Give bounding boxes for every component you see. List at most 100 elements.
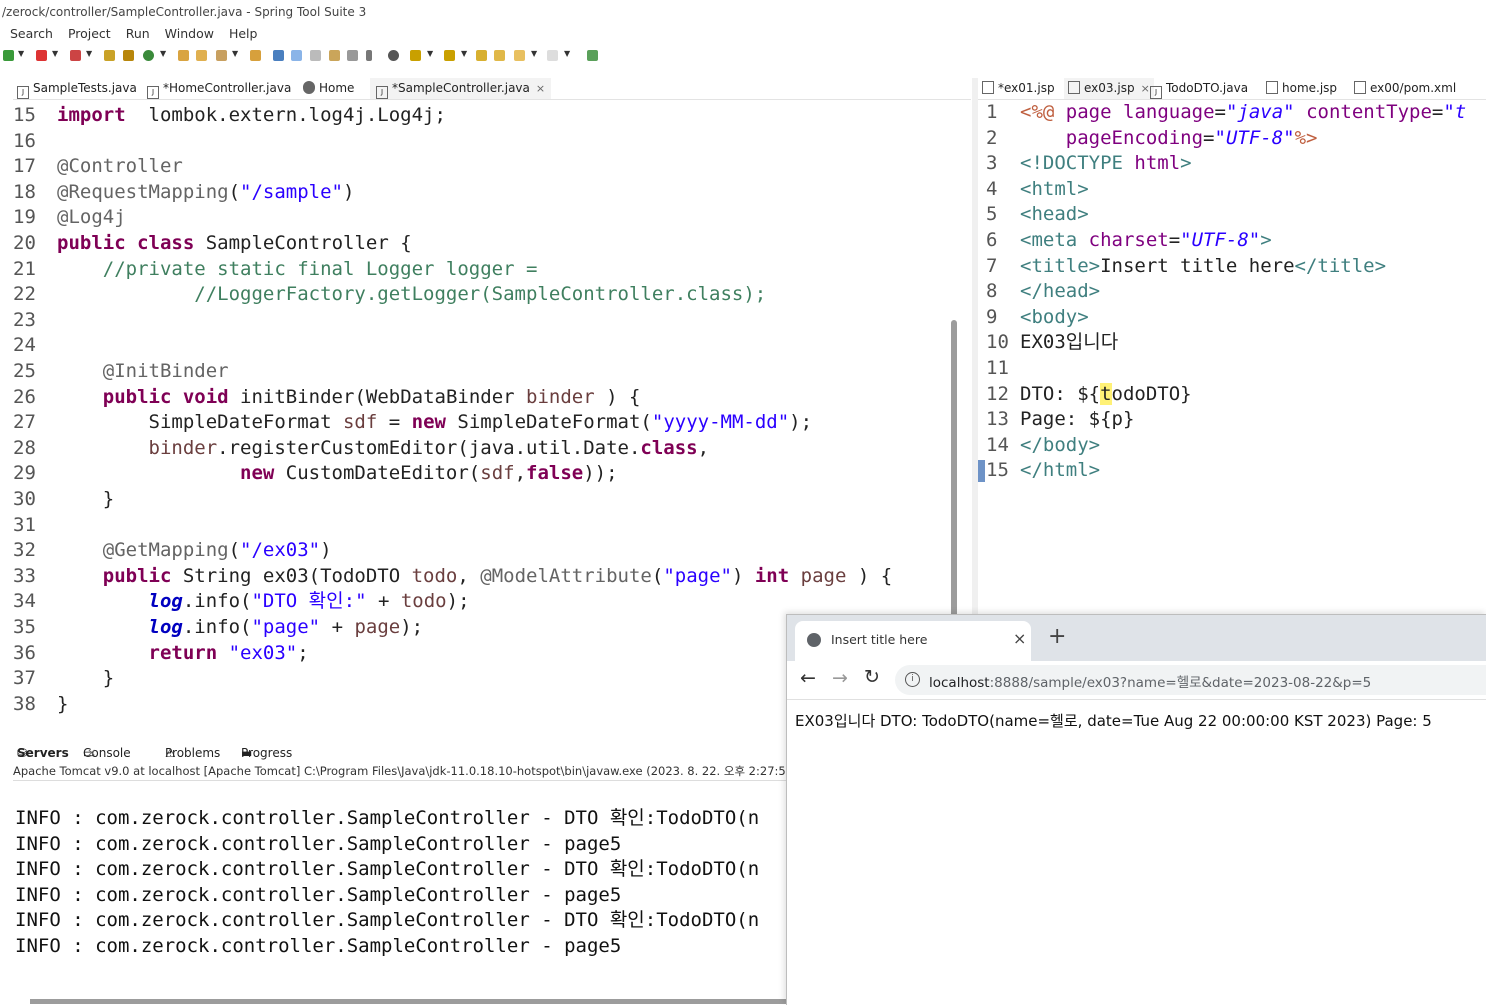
info-icon[interactable]: i [905, 672, 920, 687]
horizontal-scrollbar[interactable] [30, 999, 786, 1004]
prev-annotation-icon[interactable] [444, 50, 455, 61]
menu-search[interactable]: Search [10, 26, 53, 41]
tab-home-jsp[interactable]: home.jsp [1266, 78, 1337, 99]
code-text: @Controller [57, 154, 183, 180]
code-line: 28 binder.registerCustomEditor(java.util… [13, 436, 957, 462]
menu-run[interactable]: Run [126, 26, 150, 41]
paragraph-icon[interactable] [366, 50, 372, 61]
search-folder-icon[interactable] [250, 50, 261, 61]
tab-samplecontroller[interactable]: J *SampleController.java × [370, 78, 552, 99]
menu-project[interactable]: Project [68, 26, 111, 41]
close-icon[interactable]: × [536, 82, 545, 95]
whitespace-icon[interactable] [347, 50, 358, 61]
menu-help[interactable]: Help [229, 26, 258, 41]
stop-icon[interactable] [36, 50, 47, 61]
code-token: "ex03" [228, 641, 298, 664]
back-icon[interactable] [514, 50, 525, 61]
new-tab-icon[interactable]: + [1048, 624, 1066, 649]
debug-icon[interactable] [70, 50, 81, 61]
close-icon[interactable]: × [1013, 629, 1026, 648]
code-token: = [1214, 101, 1226, 123]
block-icon[interactable] [329, 50, 340, 61]
next-annotation-icon[interactable] [410, 50, 421, 61]
code-token: @InitBinder [57, 360, 229, 382]
open-type-icon[interactable] [196, 50, 207, 61]
console-output[interactable]: INFO : com.zerock.controller.SampleContr… [13, 781, 786, 1001]
address-bar[interactable]: i localhost:8888/sample/ex03?name=헬로&dat… [895, 665, 1486, 695]
dropdown-arrow-icon[interactable]: ▼ [52, 49, 58, 58]
folder-icon[interactable] [123, 50, 134, 61]
browser-window: Insert title here × + ← → ↻ i localhost:… [786, 614, 1486, 1005]
toggle-icon[interactable] [310, 50, 321, 61]
line-number: 8 [986, 280, 998, 303]
wand-icon[interactable] [216, 50, 227, 61]
new-icon[interactable] [3, 50, 14, 61]
close-icon[interactable]: × [1141, 82, 1150, 95]
code-text: //private static final Logger logger = [57, 257, 538, 283]
code-token: <meta [1020, 229, 1089, 251]
dropdown-arrow-icon[interactable]: ▼ [461, 49, 467, 58]
dropdown-arrow-icon[interactable]: ▼ [160, 49, 166, 58]
dropdown-arrow-icon[interactable]: ▼ [564, 49, 570, 58]
last-edit-icon[interactable] [476, 50, 487, 61]
code-token: todo [400, 590, 447, 613]
code-token: > [1180, 152, 1192, 175]
reload-icon[interactable]: ↻ [864, 666, 880, 688]
tab-pom-xml[interactable]: ex00/pom.xml [1354, 78, 1456, 99]
breakpoint-icon[interactable] [388, 50, 399, 61]
tab-home[interactable]: Home [303, 78, 354, 99]
annotation-icon[interactable] [273, 50, 284, 61]
code-text: Page: ${p} [1020, 407, 1134, 433]
code-line: 30 } [13, 487, 957, 513]
code-token: @Controller [57, 155, 183, 178]
code-token: ) { [594, 385, 641, 408]
forward-icon[interactable] [547, 50, 558, 61]
code-text: </body> [1020, 433, 1100, 459]
line-number: 7 [986, 254, 998, 277]
tab-ex01-jsp[interactable]: *ex01.jsp [982, 78, 1055, 99]
browser-tab[interactable]: Insert title here × [795, 621, 1031, 661]
globe-icon [303, 81, 315, 94]
dropdown-arrow-icon[interactable]: ▼ [531, 49, 537, 58]
code-token: ) { [846, 564, 893, 587]
dropdown-arrow-icon[interactable]: ▼ [18, 49, 24, 58]
package-icon[interactable] [104, 50, 115, 61]
line-number: 28 [13, 436, 36, 459]
line-number: 4 [986, 177, 998, 200]
code-token: ) [343, 180, 355, 203]
run-icon[interactable] [143, 50, 154, 61]
line-number: 14 [986, 433, 1009, 456]
vertical-scrollbar[interactable] [951, 320, 957, 620]
tab-homecontroller[interactable]: J *HomeController.java [147, 78, 291, 99]
code-token: } [57, 692, 69, 715]
code-token: int [754, 564, 790, 587]
code-token: .info( [182, 616, 252, 638]
code-token: <body> [1020, 305, 1089, 328]
tab-ex03-jsp[interactable]: ex03.jsp × [1064, 78, 1154, 99]
code-text: public void initBinder(WebDataBinder bin… [57, 385, 641, 411]
menu-window[interactable]: Window [165, 26, 214, 41]
dropdown-arrow-icon[interactable]: ▼ [86, 49, 92, 58]
dropdown-arrow-icon[interactable]: ▼ [427, 49, 433, 58]
code-text: @GetMapping("/ex03") [57, 538, 332, 564]
console-line: INFO : com.zerock.controller.SampleContr… [15, 832, 622, 855]
code-token: public [57, 564, 172, 587]
code-line: 29 new CustomDateEditor(sdf,false)); [13, 461, 957, 487]
xml-file-icon [1354, 81, 1366, 94]
code-token: </body> [1020, 433, 1101, 456]
code-token: return [57, 641, 218, 664]
link-icon[interactable] [494, 50, 505, 61]
back-arrow-icon[interactable]: ← [800, 667, 816, 689]
line-number: 33 [13, 564, 36, 587]
pen-icon[interactable] [291, 50, 302, 61]
tab-tododto[interactable]: J TodoDTO.java [1150, 78, 1248, 99]
tab-sampletests[interactable]: J SampleTests.java [17, 78, 137, 99]
code-text: pageEncoding="UTF-8"%> [1020, 126, 1318, 152]
close-icon[interactable]: × [87, 746, 96, 759]
open-folder-icon[interactable] [178, 50, 189, 61]
forward-arrow-icon[interactable]: → [832, 667, 848, 689]
open-perspective-icon[interactable] [587, 50, 598, 61]
code-token: SampleController { [194, 232, 412, 254]
jsp-code-editor[interactable]: 1 <%@ page language="java" contentType="t… [978, 100, 1486, 612]
dropdown-arrow-icon[interactable]: ▼ [232, 49, 238, 58]
